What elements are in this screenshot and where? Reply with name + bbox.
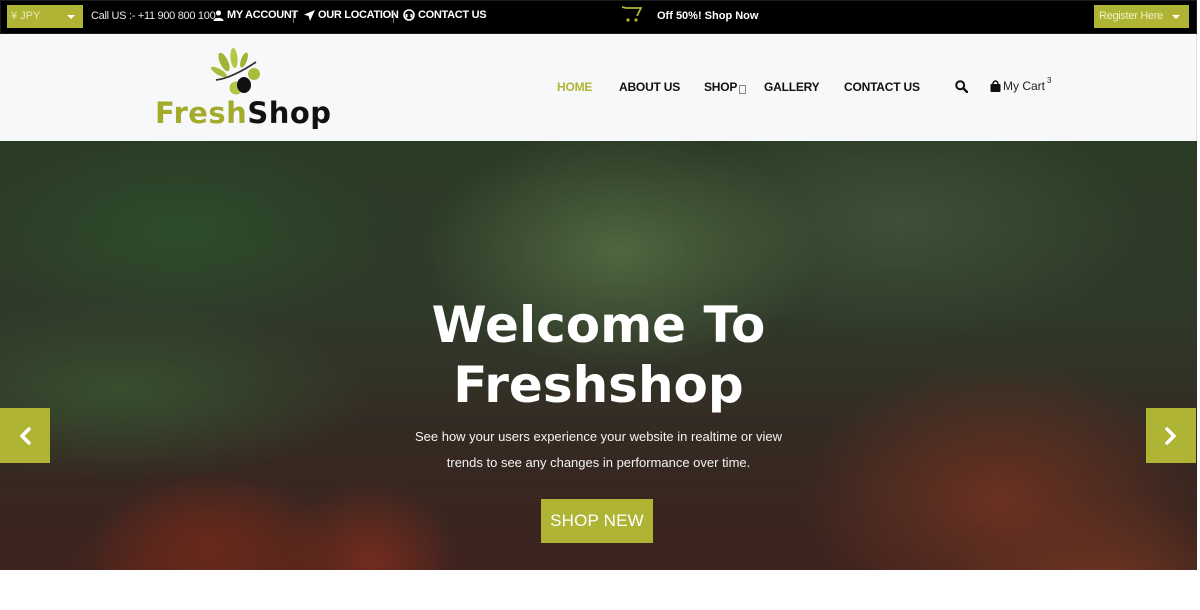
nav-contact-us[interactable]: CONTACT US: [844, 80, 920, 94]
my-cart-link[interactable]: My Cart 3: [990, 75, 1052, 93]
shop-new-button[interactable]: SHOP NEW: [541, 499, 653, 543]
hero-subtitle-line1: See how your users experience your websi…: [414, 429, 783, 444]
my-account-label: MY ACCOUNT: [227, 9, 298, 21]
top-bar: ¥ JPY Call US :- +11 900 800 100 MY ACCO…: [0, 0, 1197, 34]
logo[interactable]: FreshShop: [155, 48, 331, 133]
hero-subtitle-line2: trends to see any changes in performance…: [446, 455, 751, 470]
currency-value: ¥ JPY: [11, 10, 41, 22]
logo-shop: Shop: [247, 96, 332, 130]
logo-fresh: Fresh: [155, 96, 248, 130]
shopping-bag-icon: [990, 80, 1001, 92]
slider-next-button[interactable]: [1146, 408, 1196, 463]
hero-content: Welcome To Freshshop See how your users …: [0, 141, 1197, 570]
divider: [393, 10, 394, 23]
nav-about-us[interactable]: ABOUT US: [619, 80, 680, 94]
contact-us-label: CONTACT US: [418, 9, 487, 21]
logo-text: FreshShop: [155, 96, 332, 130]
contact-us-link[interactable]: CONTACT US: [403, 9, 487, 21]
olive-branch-icon: [211, 48, 260, 95]
currency-select[interactable]: ¥ JPY: [7, 5, 83, 28]
cart-count: 3: [1047, 75, 1052, 85]
cart-offer-icon: [621, 6, 643, 22]
my-account-link[interactable]: MY ACCOUNT: [213, 9, 298, 21]
headset-icon: [403, 9, 415, 21]
slider-prev-button[interactable]: [0, 408, 50, 463]
caret-down-icon: [67, 15, 75, 19]
hero-title-line1: Welcome To: [431, 296, 766, 354]
location-arrow-icon: [304, 9, 315, 21]
cart-label: My Cart: [1003, 79, 1045, 93]
hero-slider: Welcome To Freshshop See how your users …: [0, 141, 1197, 570]
register-select[interactable]: Register Here: [1094, 5, 1189, 28]
call-us-text: Call US :- +11 900 800 100: [91, 10, 216, 22]
register-label: Register Here: [1099, 10, 1163, 22]
divider: [293, 10, 294, 23]
page: ¥ JPY Call US :- +11 900 800 100 MY ACCO…: [0, 0, 1197, 610]
caret-down-icon: [1172, 15, 1180, 19]
dropdown-icon[interactable]: [739, 85, 746, 94]
our-location-label: OUR LOCATION: [318, 9, 399, 21]
nav-home[interactable]: HOME: [557, 80, 592, 94]
nav-gallery[interactable]: GALLERY: [764, 80, 820, 94]
nav-shop[interactable]: SHOP: [704, 80, 737, 94]
our-location-link[interactable]: OUR LOCATION: [304, 9, 399, 21]
main-navbar: FreshShop HOME ABOUT US SHOP GALLERY CON…: [0, 34, 1197, 141]
offer-link[interactable]: Off 50%! Shop Now: [657, 10, 758, 22]
user-icon: [213, 9, 224, 21]
search-icon[interactable]: [955, 80, 968, 93]
hero-title-line2: Freshshop: [453, 356, 744, 414]
chevron-left-icon: [20, 426, 31, 445]
chevron-right-icon: [1165, 426, 1176, 445]
